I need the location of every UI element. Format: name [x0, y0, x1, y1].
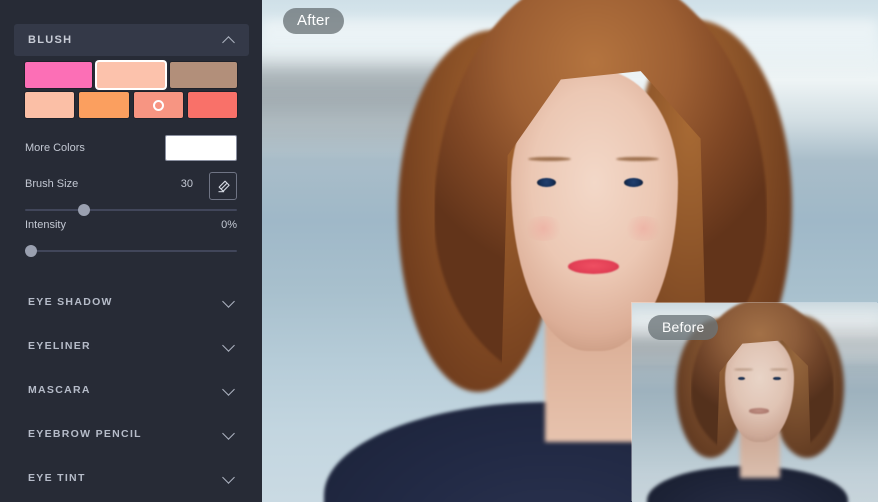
panel-header-blush[interactable]: BLUSH [14, 24, 249, 56]
brush-size-control: Brush Size 30 [25, 172, 237, 217]
more-colors-swatch[interactable] [165, 135, 237, 161]
more-colors-label: More Colors [25, 142, 85, 154]
cheek-blush-left [521, 215, 566, 241]
brush-size-knob[interactable] [78, 204, 90, 216]
chevron-down-icon[interactable] [223, 384, 235, 396]
sidebar-item-label: EYELINER [28, 340, 91, 352]
intensity-knob[interactable] [25, 245, 37, 257]
tools-sidebar: BLUSH More Colors Brush Size 30 Intensit… [0, 0, 262, 502]
panel-title: BLUSH [28, 34, 73, 46]
before-badge[interactable]: Before [648, 315, 719, 340]
eyebrow-right [615, 156, 659, 161]
swatch-blush-pale[interactable] [23, 91, 76, 119]
intensity-value: 0% [221, 219, 237, 231]
active-swatch-indicator [152, 99, 164, 111]
chevron-down-icon[interactable] [223, 296, 235, 308]
sidebar-item-label: EYE SHADOW [28, 296, 113, 308]
before-preview-inset[interactable]: Before [632, 303, 878, 502]
intensity-slider[interactable] [25, 244, 237, 258]
chevron-up-icon[interactable] [223, 34, 235, 46]
chevron-down-icon[interactable] [223, 340, 235, 352]
swatch-hot-pink[interactable] [23, 61, 94, 89]
brush-size-value: 30 [180, 178, 193, 190]
intensity-header: Intensity 0% [25, 216, 237, 234]
eyebrow-left [528, 156, 572, 161]
brush-size-slider[interactable] [25, 203, 237, 217]
brush-size-label: Brush Size [25, 178, 79, 190]
eraser-button[interactable] [209, 172, 237, 200]
intensity-track[interactable] [25, 250, 237, 252]
brush-size-track[interactable] [25, 209, 237, 211]
eye-left [536, 177, 556, 188]
sidebar-item-eye-shadow[interactable]: EYE SHADOW [14, 288, 249, 316]
sidebar-item-eyebrow-pencil[interactable]: EYEBROW PENCIL [14, 420, 249, 448]
sidebar-item-label: MASCARA [28, 384, 91, 396]
chevron-down-icon[interactable] [223, 472, 235, 484]
intensity-label: Intensity [25, 219, 66, 231]
swatch-tan[interactable] [168, 61, 238, 89]
sidebar-item-label: EYEBROW PENCIL [28, 428, 142, 440]
swatch-row-2 [23, 91, 239, 119]
swatch-coral-red[interactable] [186, 91, 239, 119]
color-swatch-grid [23, 61, 239, 122]
more-colors-row: More Colors [25, 134, 237, 162]
sidebar-item-eye-tint[interactable]: EYE TINT [14, 464, 249, 492]
eraser-icon [218, 180, 230, 192]
sidebar-item-label: EYE TINT [28, 472, 86, 484]
swatch-orange[interactable] [78, 91, 130, 119]
intensity-control: Intensity 0% [25, 216, 237, 258]
swatch-peach-light[interactable] [97, 62, 165, 88]
swatch-row-1 [23, 61, 238, 89]
cheek-blush-right [621, 215, 665, 241]
lips [567, 258, 620, 274]
photo-canvas[interactable]: After Before [262, 0, 878, 502]
after-badge[interactable]: After [283, 8, 344, 34]
lips [749, 408, 769, 414]
brush-size-header: Brush Size 30 [25, 175, 237, 193]
chevron-down-icon[interactable] [223, 428, 235, 440]
swatch-salmon[interactable] [132, 91, 184, 119]
sidebar-item-eyeliner[interactable]: EYELINER [14, 332, 249, 360]
sidebar-item-mascara[interactable]: MASCARA [14, 376, 249, 404]
